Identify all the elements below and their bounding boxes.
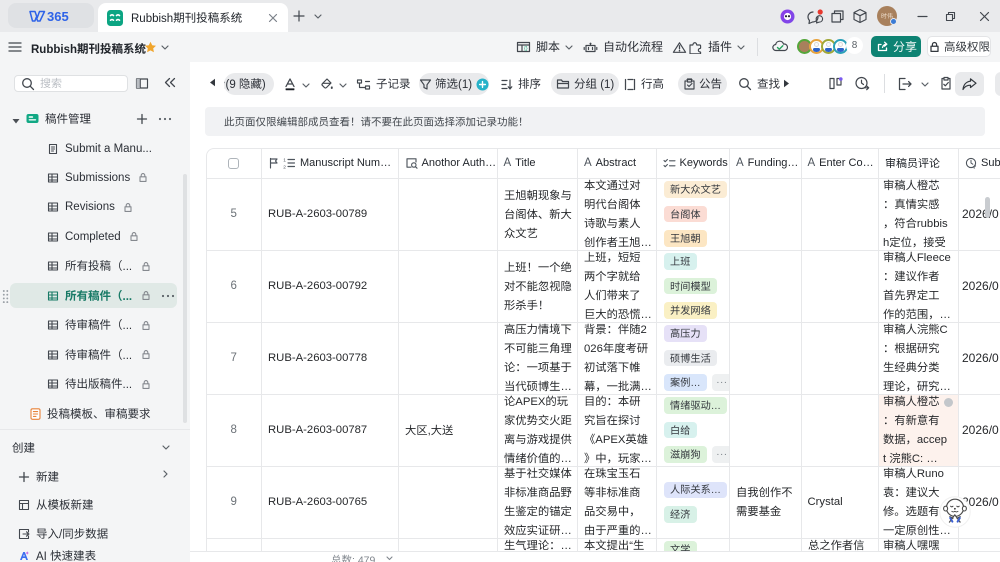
svg-text:h: h (883, 237, 889, 249)
svg-text:…: … (641, 453, 652, 465)
svg-text:…: … (560, 525, 571, 537)
svg-text:...: ... (123, 379, 133, 391)
svg-text:…: … (560, 540, 571, 551)
svg-text:2: 2 (283, 164, 286, 169)
svg-text:…: … (939, 381, 950, 393)
svg-text:…: … (641, 309, 652, 321)
svg-text:{}: {} (524, 46, 528, 52)
svg-text:accep: accep (916, 434, 946, 446)
svg-text:...: ... (123, 261, 133, 273)
svg-text:APEX: APEX (515, 396, 546, 408)
svg-text:Rubbish: Rubbish (31, 44, 77, 56)
svg-text:…: … (641, 237, 652, 249)
svg-text:...: ... (123, 320, 133, 332)
svg-text:…: … (560, 381, 571, 393)
svg-text:APEX: APEX (595, 434, 626, 446)
svg-text:…: … (939, 309, 950, 321)
svg-text:…: … (560, 453, 571, 465)
svg-text:(1): (1) (458, 79, 472, 91)
svg-text:: 479: : 479 (352, 555, 376, 562)
svg-text:365: 365 (47, 9, 69, 24)
svg-text:Rubbish: Rubbish (131, 12, 173, 24)
svg-text:(9: (9 (226, 79, 239, 91)
svg-text:…: … (641, 525, 652, 537)
svg-text:(1): (1) (597, 79, 614, 91)
svg-text:…: … (690, 378, 700, 389)
svg-text:): ) (262, 79, 266, 91)
svg-text:…: … (710, 485, 720, 496)
svg-text:2: 2 (641, 324, 647, 336)
svg-text:…: … (710, 401, 720, 412)
svg-text:rubbis: rubbis (916, 218, 947, 230)
svg-text:...: ... (123, 290, 133, 302)
svg-text:/: / (59, 529, 63, 541)
svg-text:Fleece: Fleece (916, 252, 950, 264)
svg-text:,: , (427, 425, 430, 437)
svg-text:026: 026 (584, 343, 603, 355)
svg-text:t: t (883, 453, 889, 465)
svg-text:1: 1 (283, 158, 286, 164)
svg-text:…: … (641, 381, 652, 393)
svg-text:AI: AI (36, 551, 50, 562)
svg-text:C: C (939, 324, 947, 336)
svg-text:“: “ (629, 540, 633, 551)
svg-text:C: …: C: … (911, 453, 937, 465)
svg-text:...: ... (123, 349, 133, 361)
svg-text:Runo: Runo (916, 468, 943, 480)
